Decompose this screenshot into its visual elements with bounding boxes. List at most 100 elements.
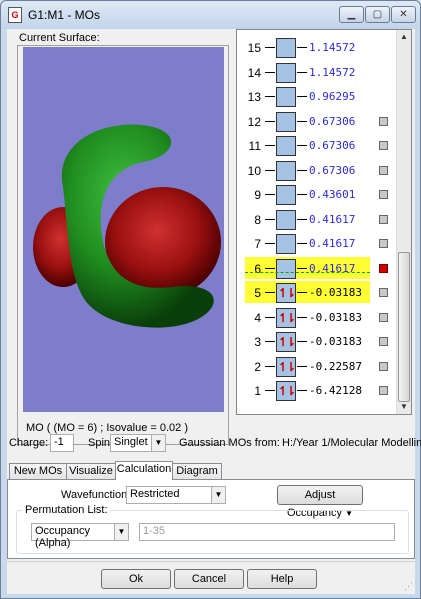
mo-level-row[interactable]: 9 0.43601 — [237, 183, 397, 207]
surface-toggle-icon[interactable] — [379, 165, 388, 175]
orbital-box[interactable] — [276, 87, 296, 107]
level-number: 15 — [247, 41, 261, 55]
mo-level-row[interactable]: 13 0.96295 — [237, 85, 397, 109]
levels-scrollbar[interactable]: ▲ ▼ — [396, 30, 411, 414]
orbital-box[interactable]: ↿⇂ — [276, 381, 296, 401]
level-number: 12 — [247, 114, 261, 129]
surface-toggle-icon[interactable] — [379, 116, 388, 126]
level-line-right — [297, 47, 307, 48]
mo-energy-diagram[interactable]: 15 1.14572 14 1.14572 13 0.96295 12 0.67306 11 0.… — [236, 29, 412, 415]
surface-toggle-icon[interactable] — [379, 190, 388, 199]
close-button[interactable]: ✕ — [391, 6, 416, 23]
maximize-button[interactable]: ▢ — [365, 6, 390, 23]
mo-level-row[interactable]: 11 0.67306 — [237, 134, 397, 158]
mo-level-row[interactable]: 2 ↿⇂ -0.22587 — [237, 355, 397, 379]
wavefunction-label: Wavefunction: — [61, 489, 131, 501]
surface-toggle-icon[interactable] — [379, 239, 388, 248]
surface-toggle-icon[interactable] — [379, 337, 388, 346]
orbital-box[interactable] — [276, 209, 296, 230]
surface-toggle-icon[interactable] — [379, 214, 388, 224]
title-bar[interactable]: G G1:M1 - MOs ▁ ▢ ✕ — [1, 1, 420, 29]
scroll-thumb[interactable] — [398, 252, 410, 402]
mo-level-row[interactable]: 1 ↿⇂ -6.42128 — [237, 379, 397, 403]
mo-level-row[interactable]: 3 ↿⇂ -0.03183 — [237, 330, 397, 354]
level-energy: -6.42128 — [309, 384, 362, 397]
orbital-box[interactable]: ↿⇂ — [276, 307, 296, 328]
mo-level-row[interactable]: 4 ↿⇂ -0.03183 — [237, 306, 397, 330]
level-line-left — [265, 145, 275, 146]
orbital-box[interactable] — [276, 234, 296, 254]
tab-new-mos[interactable]: New MOs — [9, 463, 67, 480]
occupancy-select[interactable]: Occupancy (Alpha) ▼ — [31, 523, 129, 549]
wavefunction-select[interactable]: Restricted ▼ — [126, 486, 226, 504]
surface-toggle-icon[interactable] — [379, 386, 388, 395]
mo-level-row[interactable]: 8 0.41617 — [237, 208, 397, 232]
level-line-left — [265, 341, 275, 342]
permutation-range-input[interactable]: 1-35 — [139, 523, 395, 541]
orbital-box[interactable]: ↿⇂ — [276, 332, 296, 352]
surface-toggle-icon[interactable] — [379, 263, 388, 273]
mo-level-row[interactable]: 10 0.67306 — [237, 159, 397, 183]
scroll-down-icon[interactable]: ▼ — [397, 400, 411, 414]
level-line-left — [265, 243, 275, 244]
tab-calculation[interactable]: Calculation — [115, 461, 173, 480]
cancel-button[interactable]: Cancel — [174, 569, 244, 589]
permutation-group: Permutation List: Occupancy (Alpha) ▼ 1-… — [16, 504, 409, 554]
surface-toggle-icon[interactable] — [379, 288, 388, 297]
mo-level-row[interactable]: 6 0.41617 — [237, 256, 397, 281]
level-number: 4 — [254, 310, 261, 325]
homo-lumo-divider — [245, 272, 370, 273]
orbital-box[interactable]: ↿⇂ — [276, 283, 296, 303]
level-energy: -0.03183 — [309, 286, 362, 299]
mo-level-row[interactable]: 12 0.67306 — [237, 110, 397, 134]
level-energy: 0.43601 — [309, 188, 356, 201]
level-line-right — [297, 120, 307, 122]
orbital-box[interactable] — [276, 111, 296, 132]
ok-button[interactable]: Ok — [101, 569, 171, 589]
level-line-left — [265, 47, 275, 48]
window-title: G1:M1 - MOs — [28, 8, 101, 22]
scroll-up-icon[interactable]: ▲ — [397, 30, 411, 44]
level-energy: -0.03183 — [309, 310, 362, 324]
level-line-right — [297, 341, 307, 342]
level-line-right — [297, 145, 307, 146]
level-line-right — [297, 267, 307, 269]
level-line-right — [297, 390, 307, 391]
level-energy: 1.14572 — [309, 65, 356, 79]
level-line-right — [297, 218, 307, 220]
orbital-box[interactable] — [276, 160, 296, 181]
level-line-left — [265, 292, 275, 293]
occupancy-value: Occupancy (Alpha) — [35, 525, 91, 549]
permutation-label: Permutation List: — [23, 504, 110, 516]
level-line-left — [265, 267, 275, 269]
orbital-box[interactable] — [276, 62, 296, 83]
orbital-box[interactable] — [276, 185, 296, 205]
level-number: 9 — [254, 188, 261, 202]
resize-grip-icon[interactable]: ⋰ — [404, 581, 413, 592]
mo-level-row[interactable]: 5 ↿⇂ -0.03183 — [237, 281, 397, 305]
orbital-box[interactable] — [276, 136, 296, 156]
tab-diagram[interactable]: Diagram — [172, 463, 222, 480]
mo-level-row[interactable]: 14 1.14572 — [237, 61, 397, 85]
mo-level-row[interactable]: 15 1.14572 — [237, 36, 397, 60]
charge-label: Charge: — [9, 437, 49, 449]
adjust-occupancy-button[interactable]: Adjust Occupancy ▼ — [277, 485, 363, 519]
spin-select[interactable]: Singlet ▼ — [110, 434, 166, 452]
level-number: 8 — [254, 212, 261, 227]
surface-toggle-icon[interactable] — [379, 141, 388, 150]
level-line-right — [297, 292, 307, 293]
orbital-box[interactable] — [276, 38, 296, 58]
mo-level-row[interactable]: 7 0.41617 — [237, 232, 397, 256]
level-number: 6 — [254, 261, 261, 276]
surface-toggle-icon[interactable] — [379, 361, 388, 371]
level-energy: -0.22587 — [309, 359, 362, 373]
level-line-right — [297, 194, 307, 195]
charge-field[interactable]: -1 — [50, 434, 74, 452]
surface-toggle-icon[interactable] — [379, 312, 388, 322]
help-button[interactable]: Help — [247, 569, 317, 589]
orbital-box[interactable]: ↿⇂ — [276, 356, 296, 377]
orbital-viewer[interactable] — [23, 47, 224, 412]
tab-visualize[interactable]: Visualize — [66, 463, 116, 480]
minimize-button[interactable]: ▁ — [339, 6, 364, 23]
orbital-box[interactable] — [276, 258, 296, 279]
